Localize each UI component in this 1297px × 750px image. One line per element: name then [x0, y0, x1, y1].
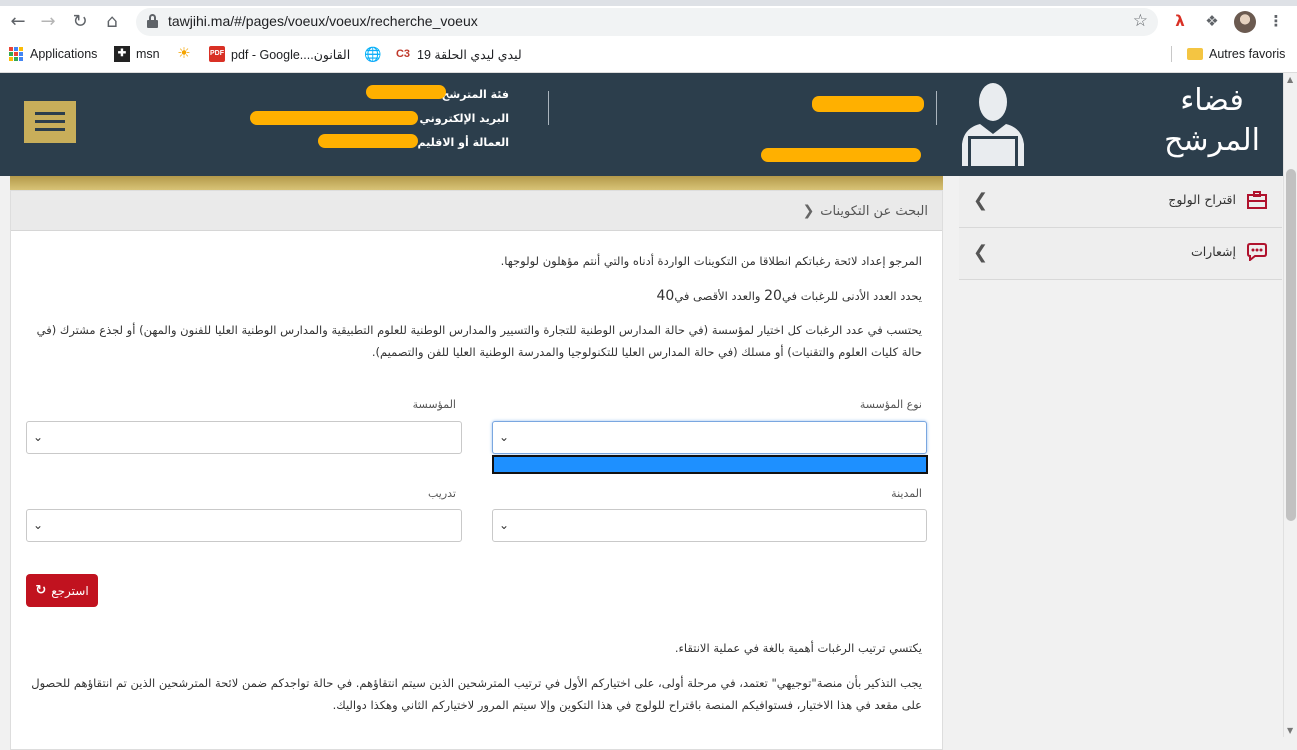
intro-text: المرجو إعداد لائحة رغباتكم انطلاقا من ال…: [500, 254, 922, 268]
bookmark-label: Applications: [30, 47, 98, 61]
lock-icon[interactable]: [147, 14, 158, 28]
city-label: المدينة: [891, 487, 922, 500]
url-text[interactable]: tawjihi.ma/#/pages/voeux/voeux/recherche…: [168, 13, 478, 29]
bookmarks-bar: Applications ✚ msn ☀ PDF pdf - Google...…: [0, 40, 1297, 68]
scroll-down-arrow-icon[interactable]: ▼: [1287, 726, 1293, 735]
side-item-access-proposal[interactable]: اقتراح الولوج ❮: [959, 176, 1282, 228]
site-logo-title: فضاء المرشح: [1164, 83, 1260, 158]
bookmark-applications[interactable]: Applications: [8, 45, 97, 63]
limits-prefix: يحدد العدد الأدنى للرغبات في: [781, 289, 922, 303]
apps-grid-icon: [8, 46, 24, 62]
bookmarks-divider: [1171, 46, 1172, 62]
refresh-label: استرجع: [51, 583, 89, 598]
limits-max: 40: [656, 288, 675, 304]
sun-icon: ☀: [177, 45, 191, 62]
folder-icon: [1187, 48, 1203, 60]
user-avatar-icon: [962, 83, 1024, 166]
scroll-up-arrow-icon[interactable]: ▲: [1287, 75, 1293, 84]
side-item-notifications[interactable]: إشعارات ❮: [959, 228, 1282, 280]
acrobat-icon[interactable]: λ: [1170, 11, 1190, 31]
bookmark-label: ليدي ليدي الحلقة 19: [417, 47, 522, 62]
redaction-mark: [761, 148, 921, 162]
side-item-label: اقتراح الولوج: [1168, 192, 1236, 207]
refresh-button[interactable]: استرجع ↻: [26, 574, 98, 607]
chevron-left-icon: ❮: [973, 242, 989, 263]
training-select[interactable]: ⌄: [26, 509, 462, 542]
bookmark-globe[interactable]: 🌐: [364, 45, 382, 63]
page-scrollbar[interactable]: ▲ ▼: [1283, 73, 1297, 737]
reminder-text: يجب التذكير بأن منصة"توجيهي" تعتمد، في م…: [31, 676, 922, 712]
card-gold-strip: [10, 176, 943, 190]
address-bar[interactable]: tawjihi.ma/#/pages/voeux/voeux/recherche…: [136, 8, 1158, 36]
briefcase-icon: [1246, 191, 1268, 211]
institution-select[interactable]: ⌄: [26, 421, 462, 454]
chevron-left-icon: ❮: [973, 190, 989, 211]
hamburger-menu-button[interactable]: [24, 101, 76, 143]
scroll-thumb[interactable]: [1286, 169, 1296, 521]
globe-icon: 🌐: [364, 46, 382, 62]
institution-type-label: نوع المؤسسة: [859, 398, 922, 411]
back-icon[interactable]: ←: [6, 10, 30, 34]
header-divider: [548, 91, 549, 125]
bookmark-sun[interactable]: ☀: [176, 45, 192, 63]
kebab-menu-icon[interactable]: ⋮: [1266, 11, 1286, 31]
importance-note: يكتسي ترتيب الرغبات أهمية بالغة في عملية…: [674, 641, 922, 655]
reload-icon[interactable]: ↻: [68, 10, 92, 34]
redaction-mark: [250, 111, 418, 125]
limits-min: 20: [764, 288, 782, 304]
training-label: تدريب: [427, 487, 456, 500]
card-title: البحث عن التكوينات ❮: [803, 203, 928, 219]
chevron-down-icon: ⌄: [499, 518, 510, 532]
bookmark-label: msn: [136, 47, 160, 61]
chat-bubble-icon: [1246, 243, 1268, 263]
prefecture-label: العمالة أو الاقليم :: [409, 136, 509, 149]
side-item-label: إشعارات: [1190, 244, 1236, 259]
email-label: البريد الإلكتروني :: [411, 112, 509, 125]
refresh-icon: ↻: [35, 583, 47, 598]
chevron-down-icon: ⌄: [33, 430, 44, 444]
chevron-left-icon: ❮: [802, 203, 815, 219]
institution-type-select[interactable]: ⌄: [492, 421, 927, 454]
bookmark-msn[interactable]: ✚ msn: [114, 45, 160, 63]
limits-text: يحدد العدد الأدنى للرغبات في20 والعدد ال…: [32, 285, 922, 307]
browser-chrome: ← → ↻ ⌂ tawjihi.ma/#/pages/voeux/voeux/r…: [0, 0, 1297, 73]
card-header: البحث عن التكوينات ❮: [11, 191, 942, 231]
institution-type-dropdown-option-highlighted[interactable]: [492, 455, 928, 474]
chevron-down-icon: ⌄: [499, 430, 510, 444]
redaction-mark: [318, 134, 418, 148]
bookmark-c3[interactable]: C3 ليدي ليدي الحلقة 19: [395, 45, 522, 63]
institution-label: المؤسسة: [412, 398, 456, 411]
puzzle-extensions-icon[interactable]: ❖: [1202, 11, 1222, 31]
site-header: فئة المترشح : البريد الإلكتروني : العمال…: [0, 73, 1297, 176]
chevron-down-icon: ⌄: [33, 518, 44, 532]
limits-middle: والعدد الأقصى في: [674, 289, 761, 303]
msn-icon: ✚: [114, 46, 130, 62]
home-icon[interactable]: ⌂: [100, 10, 124, 34]
card-title-text: البحث عن التكوينات: [820, 203, 928, 219]
header-divider: [936, 91, 937, 125]
tab-strip: [0, 0, 1297, 6]
forward-icon[interactable]: →: [36, 10, 60, 34]
bookmark-pdf[interactable]: PDF pdf - Google....القانون: [209, 45, 350, 63]
bookmark-label: Autres favoris: [1209, 47, 1286, 61]
bookmark-star-icon[interactable]: ☆: [1133, 11, 1148, 31]
side-menu: اقتراح الولوج ❮ إشعارات ❮: [959, 176, 1282, 280]
city-select[interactable]: ⌄: [492, 509, 927, 542]
redaction-mark: [812, 96, 924, 112]
c3-icon: C3: [395, 48, 411, 60]
profile-avatar[interactable]: [1234, 11, 1256, 33]
bookmark-label: pdf - Google....القانون: [231, 47, 351, 62]
pdf-icon: PDF: [209, 46, 225, 62]
counting-rule-text: يحتسب في عدد الرغبات كل اختيار لمؤسسة (ف…: [36, 323, 922, 359]
redaction-mark: [366, 85, 446, 99]
bookmark-other-favorites[interactable]: Autres favoris: [1187, 45, 1285, 63]
